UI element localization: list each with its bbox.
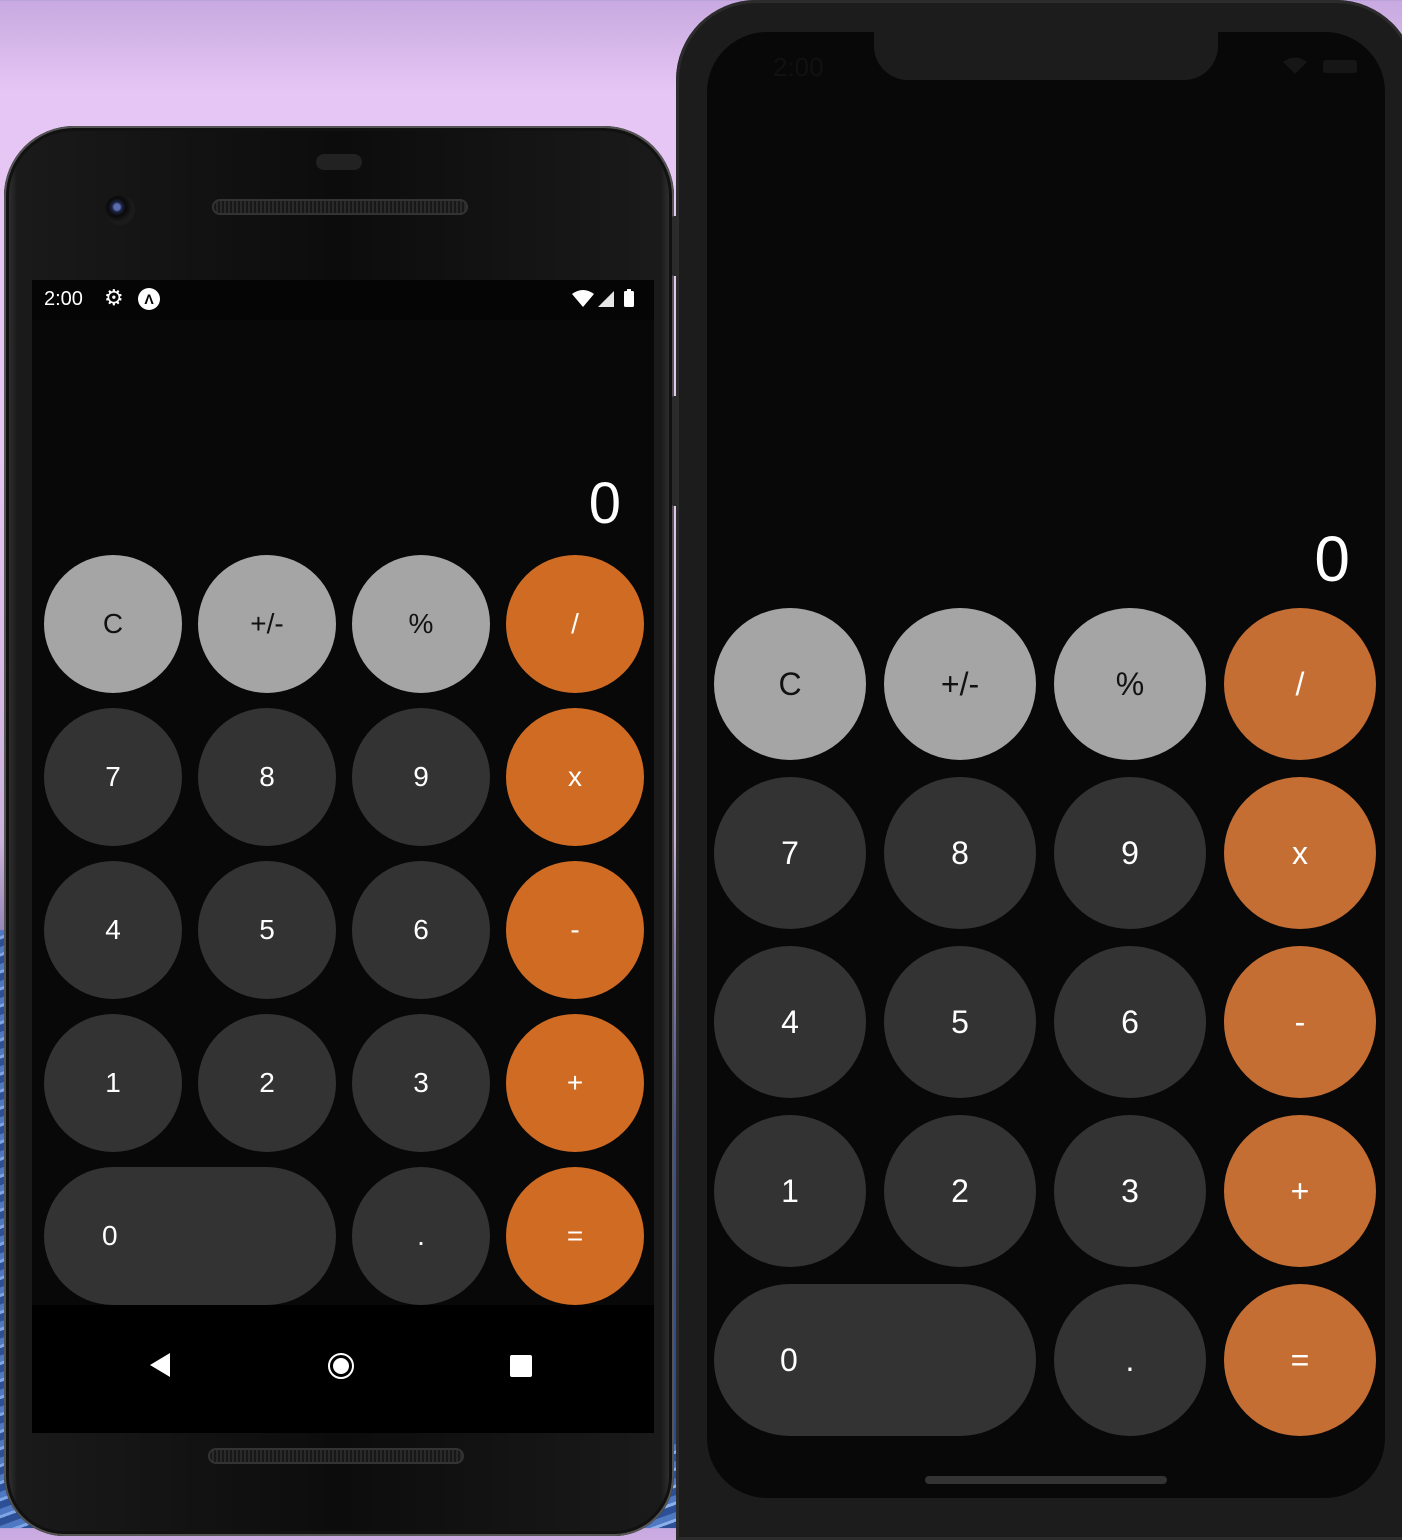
bottom-speaker: [208, 1448, 464, 1464]
key-0[interactable]: 0: [44, 1167, 336, 1305]
key-decimal[interactable]: .: [1054, 1284, 1206, 1436]
android-nav-bar: [32, 1305, 654, 1433]
key-add[interactable]: +: [506, 1014, 644, 1152]
calculator-app: 0 C +/-%/ 7 8 9 x 4 5 6- 1 2 3 +0. =: [32, 320, 654, 1305]
key-percent[interactable]: %: [1054, 608, 1206, 760]
key-7[interactable]: 7: [44, 708, 182, 846]
key-percent[interactable]: %: [352, 555, 490, 693]
key-divide[interactable]: /: [506, 555, 644, 693]
top-speaker: [212, 199, 468, 215]
key-equals[interactable]: =: [1224, 1284, 1376, 1436]
key-9[interactable]: 9: [352, 708, 490, 846]
calculator-app: 0 C +/-%/ 7 8 9 x 4 5 6- 1 2 3 +0. =: [707, 32, 1385, 1498]
key-5[interactable]: 5: [884, 946, 1036, 1098]
key-1[interactable]: 1: [714, 1115, 866, 1267]
android-screen: 2:00 ⚙ Λ 0 C +/-%/ 7 8 9 x 4 5 6- 1 2 3 +0. =: [32, 280, 654, 1433]
key-subtract[interactable]: -: [1224, 946, 1376, 1098]
key-2[interactable]: 2: [884, 1115, 1036, 1267]
key-equals[interactable]: =: [506, 1167, 644, 1305]
back-icon[interactable]: [150, 1353, 170, 1377]
calculator-display: 0: [588, 471, 621, 536]
wifi-icon: [572, 290, 594, 307]
key-multiply[interactable]: x: [506, 708, 644, 846]
front-camera: [105, 195, 135, 225]
key-toggle-sign[interactable]: +/-: [198, 555, 336, 693]
key-1[interactable]: 1: [44, 1014, 182, 1152]
key-decimal[interactable]: .: [352, 1167, 490, 1305]
status-time: 2:00: [44, 288, 83, 310]
key-4[interactable]: 4: [44, 861, 182, 999]
home-icon[interactable]: [328, 1353, 354, 1379]
key-3[interactable]: 3: [1054, 1115, 1206, 1267]
key-8[interactable]: 8: [884, 777, 1036, 929]
key-clear[interactable]: C: [714, 608, 866, 760]
key-9[interactable]: 9: [1054, 777, 1206, 929]
android-status-bar: 2:00 ⚙ Λ: [32, 280, 654, 320]
key-6[interactable]: 6: [1054, 946, 1206, 1098]
key-5[interactable]: 5: [198, 861, 336, 999]
key-subtract[interactable]: -: [506, 861, 644, 999]
calculator-display: 0: [1314, 523, 1350, 595]
home-indicator[interactable]: [925, 1476, 1167, 1484]
iphone-device: 2:00 0 C +/-%/7 8 9 x 4 5 6-1 2 3 +0. =: [676, 0, 1402, 1540]
key-toggle-sign[interactable]: +/-: [884, 608, 1036, 760]
app-logo-icon: Λ: [138, 288, 160, 310]
key-add[interactable]: +: [1224, 1115, 1376, 1267]
key-clear[interactable]: C: [44, 555, 182, 693]
gear-icon: ⚙: [104, 285, 124, 310]
key-8[interactable]: 8: [198, 708, 336, 846]
key-multiply[interactable]: x: [1224, 777, 1376, 929]
signal-icon: [598, 291, 614, 307]
key-4[interactable]: 4: [714, 946, 866, 1098]
earpiece: [316, 154, 362, 170]
key-6[interactable]: 6: [352, 861, 490, 999]
key-2[interactable]: 2: [198, 1014, 336, 1152]
key-3[interactable]: 3: [352, 1014, 490, 1152]
key-7[interactable]: 7: [714, 777, 866, 929]
iphone-screen: 2:00 0 C +/-%/7 8 9 x 4 5 6-1 2 3 +0. =: [707, 32, 1385, 1498]
recents-icon[interactable]: [510, 1355, 532, 1377]
key-divide[interactable]: /: [1224, 608, 1376, 760]
status-icons: [572, 289, 634, 307]
key-0[interactable]: 0: [714, 1284, 1036, 1436]
android-device: 2:00 ⚙ Λ 0 C +/-%/ 7 8 9 x 4 5 6- 1 2 3 +0. =: [4, 126, 680, 1536]
battery-icon: [624, 291, 634, 307]
